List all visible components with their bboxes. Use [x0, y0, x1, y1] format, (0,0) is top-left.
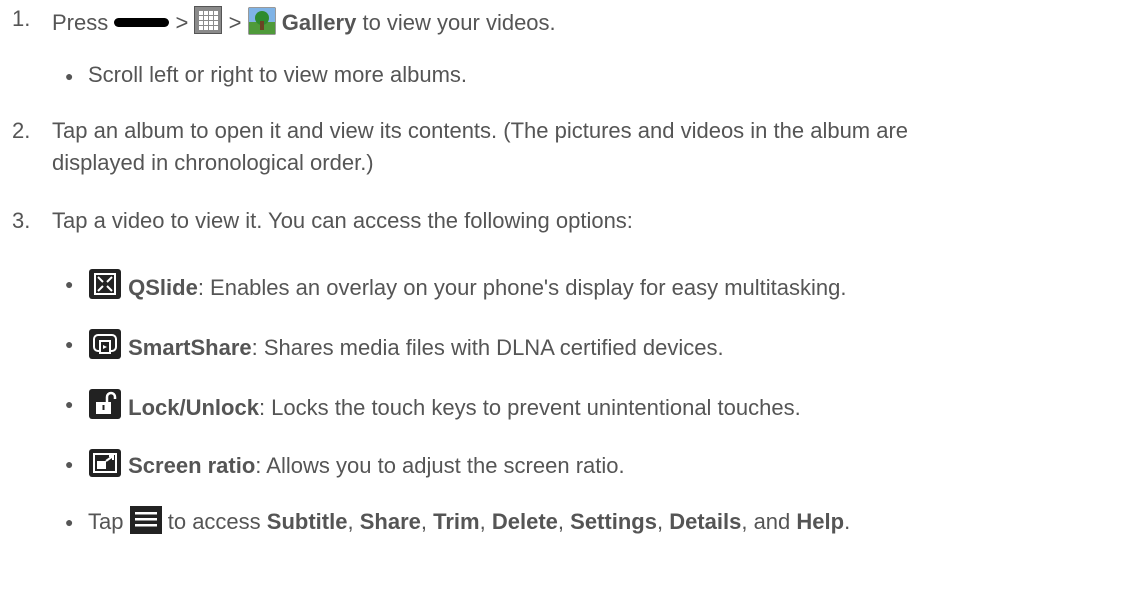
smartshare-icon [89, 329, 121, 359]
and-text: , and [741, 509, 791, 534]
bullet-dot: ● [65, 336, 74, 352]
option-label: SmartShare [128, 335, 252, 360]
comma: , [347, 509, 354, 534]
comma: , [656, 509, 664, 534]
menu-item-delete: Delete [491, 509, 558, 534]
press-text: Press [52, 10, 109, 35]
option-screen-ratio: Screen ratio: Allows you to adjust the s… [88, 448, 625, 479]
gallery-icon [248, 7, 276, 35]
menu-item-help: Help [796, 509, 845, 534]
option-label: Lock/Unlock [128, 395, 259, 420]
step-1-after: to view your videos. [362, 10, 556, 35]
option-desc: : Locks the touch keys to prevent uninte… [258, 395, 801, 420]
qslide-icon [89, 269, 121, 299]
menu-item-subtitle: Subtitle [266, 509, 348, 534]
comma: , [420, 509, 427, 534]
separator: > [228, 10, 242, 35]
step-3-text: Tap a video to view it. You can access t… [52, 208, 633, 233]
option-desc: : Allows you to adjust the screen ratio. [255, 453, 625, 478]
menu-line: Tap to access Subtitle, Share, Trim, Del… [88, 506, 850, 535]
comma: , [479, 509, 486, 534]
lock-icon [89, 389, 121, 419]
bullet-dot: ● [65, 396, 74, 412]
comma: , [557, 509, 565, 534]
tap-text: Tap [88, 509, 124, 534]
option-qslide: QSlide: Enables an overlay on your phone… [88, 268, 846, 301]
step-3-number: 3. [12, 208, 31, 233]
step-2-number: 2. [12, 118, 31, 143]
screen-ratio-icon [89, 449, 121, 477]
step-2-line-1: Tap an album to open it and view its con… [52, 118, 909, 143]
gallery-label: Gallery [281, 10, 357, 35]
list-item: Scroll left or right to view more albums… [88, 62, 468, 87]
menu-item-share: Share [359, 509, 421, 534]
option-label: QSlide [128, 275, 198, 300]
step-1-number: 1. [12, 6, 31, 31]
apps-grid-icon [194, 6, 223, 34]
step-2-line-2: displayed in chronological order.) [52, 150, 374, 175]
step-1-text: Press > > Gallery to view your videos. [52, 6, 556, 36]
menu-icon [129, 506, 162, 534]
separator: > [175, 10, 189, 35]
home-key-icon [114, 18, 170, 27]
menu-item-details: Details [669, 509, 742, 534]
bullet-dot: ● [65, 68, 74, 84]
option-smartshare: SmartShare: Shares media files with DLNA… [88, 328, 724, 361]
option-lock: Lock/Unlock: Locks the touch keys to pre… [88, 388, 801, 421]
period: . [844, 509, 851, 534]
bullet-dot: ● [65, 514, 74, 530]
bullet-dot: ● [65, 456, 74, 472]
option-desc: : Enables an overlay on your phone's dis… [197, 275, 847, 300]
bullet-dot: ● [65, 276, 74, 292]
menu-item-trim: Trim [433, 509, 480, 534]
option-label: Screen ratio [128, 453, 256, 478]
menu-item-settings: Settings [570, 509, 657, 534]
option-desc: : Shares media files with DLNA certified… [251, 335, 724, 360]
to-access-text: to access [167, 509, 261, 534]
